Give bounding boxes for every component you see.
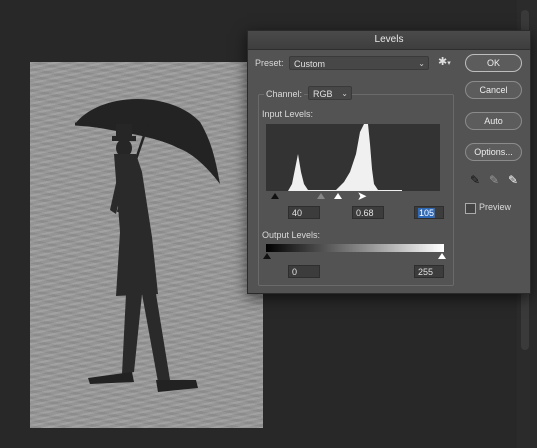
preview-label: Preview — [479, 202, 512, 212]
output-levels-label: Output Levels: — [262, 230, 321, 240]
output-gradient-bar — [266, 244, 444, 252]
input-levels-label: Input Levels: — [262, 109, 314, 119]
histogram — [266, 124, 440, 191]
gray-eyedropper-icon[interactable]: ✎ — [489, 173, 499, 187]
input-gamma-slider[interactable] — [317, 193, 325, 199]
channel-label: Channel: — [264, 89, 305, 99]
black-eyedropper-icon[interactable]: ✎ — [470, 173, 480, 187]
channel-value: RGB — [313, 89, 333, 99]
input-black-field[interactable]: 40 — [288, 206, 320, 219]
options-button[interactable]: Options... — [465, 143, 522, 161]
chevron-down-icon: ⌄ — [341, 89, 348, 98]
channel-select[interactable]: RGB ⌄ — [308, 86, 352, 100]
input-black-slider[interactable] — [271, 193, 279, 199]
preview-checkbox[interactable] — [465, 203, 476, 214]
histogram-graph — [266, 124, 402, 191]
chevron-down-icon: ⌄ — [418, 59, 425, 68]
output-black-slider[interactable] — [263, 253, 271, 259]
preset-select[interactable]: Custom ⌄ — [289, 56, 429, 70]
man-with-umbrella-silhouette — [74, 98, 220, 392]
preset-label: Preset: — [255, 58, 284, 68]
ok-button[interactable]: OK — [465, 54, 522, 72]
input-white-field[interactable]: 105 — [414, 206, 444, 219]
preset-value: Custom — [294, 59, 326, 69]
cursor-arrow-icon: ➤ — [357, 189, 368, 203]
output-black-field[interactable]: 0 — [288, 265, 320, 278]
white-eyedropper-icon[interactable]: ✎ — [508, 173, 518, 187]
document-image — [30, 62, 263, 428]
dialog-title: Levels — [248, 31, 530, 50]
output-white-slider[interactable] — [438, 253, 446, 259]
auto-button[interactable]: Auto — [465, 112, 522, 130]
input-white-slider[interactable] — [334, 193, 342, 199]
gear-icon[interactable]: ✱▾ — [438, 55, 451, 68]
cancel-button[interactable]: Cancel — [465, 81, 522, 99]
levels-dialog: Levels Preset: Custom ⌄ ✱▾ Channel: RGB … — [247, 30, 531, 294]
output-white-field[interactable]: 255 — [414, 265, 444, 278]
input-gamma-field[interactable]: 0.68 — [352, 206, 384, 219]
